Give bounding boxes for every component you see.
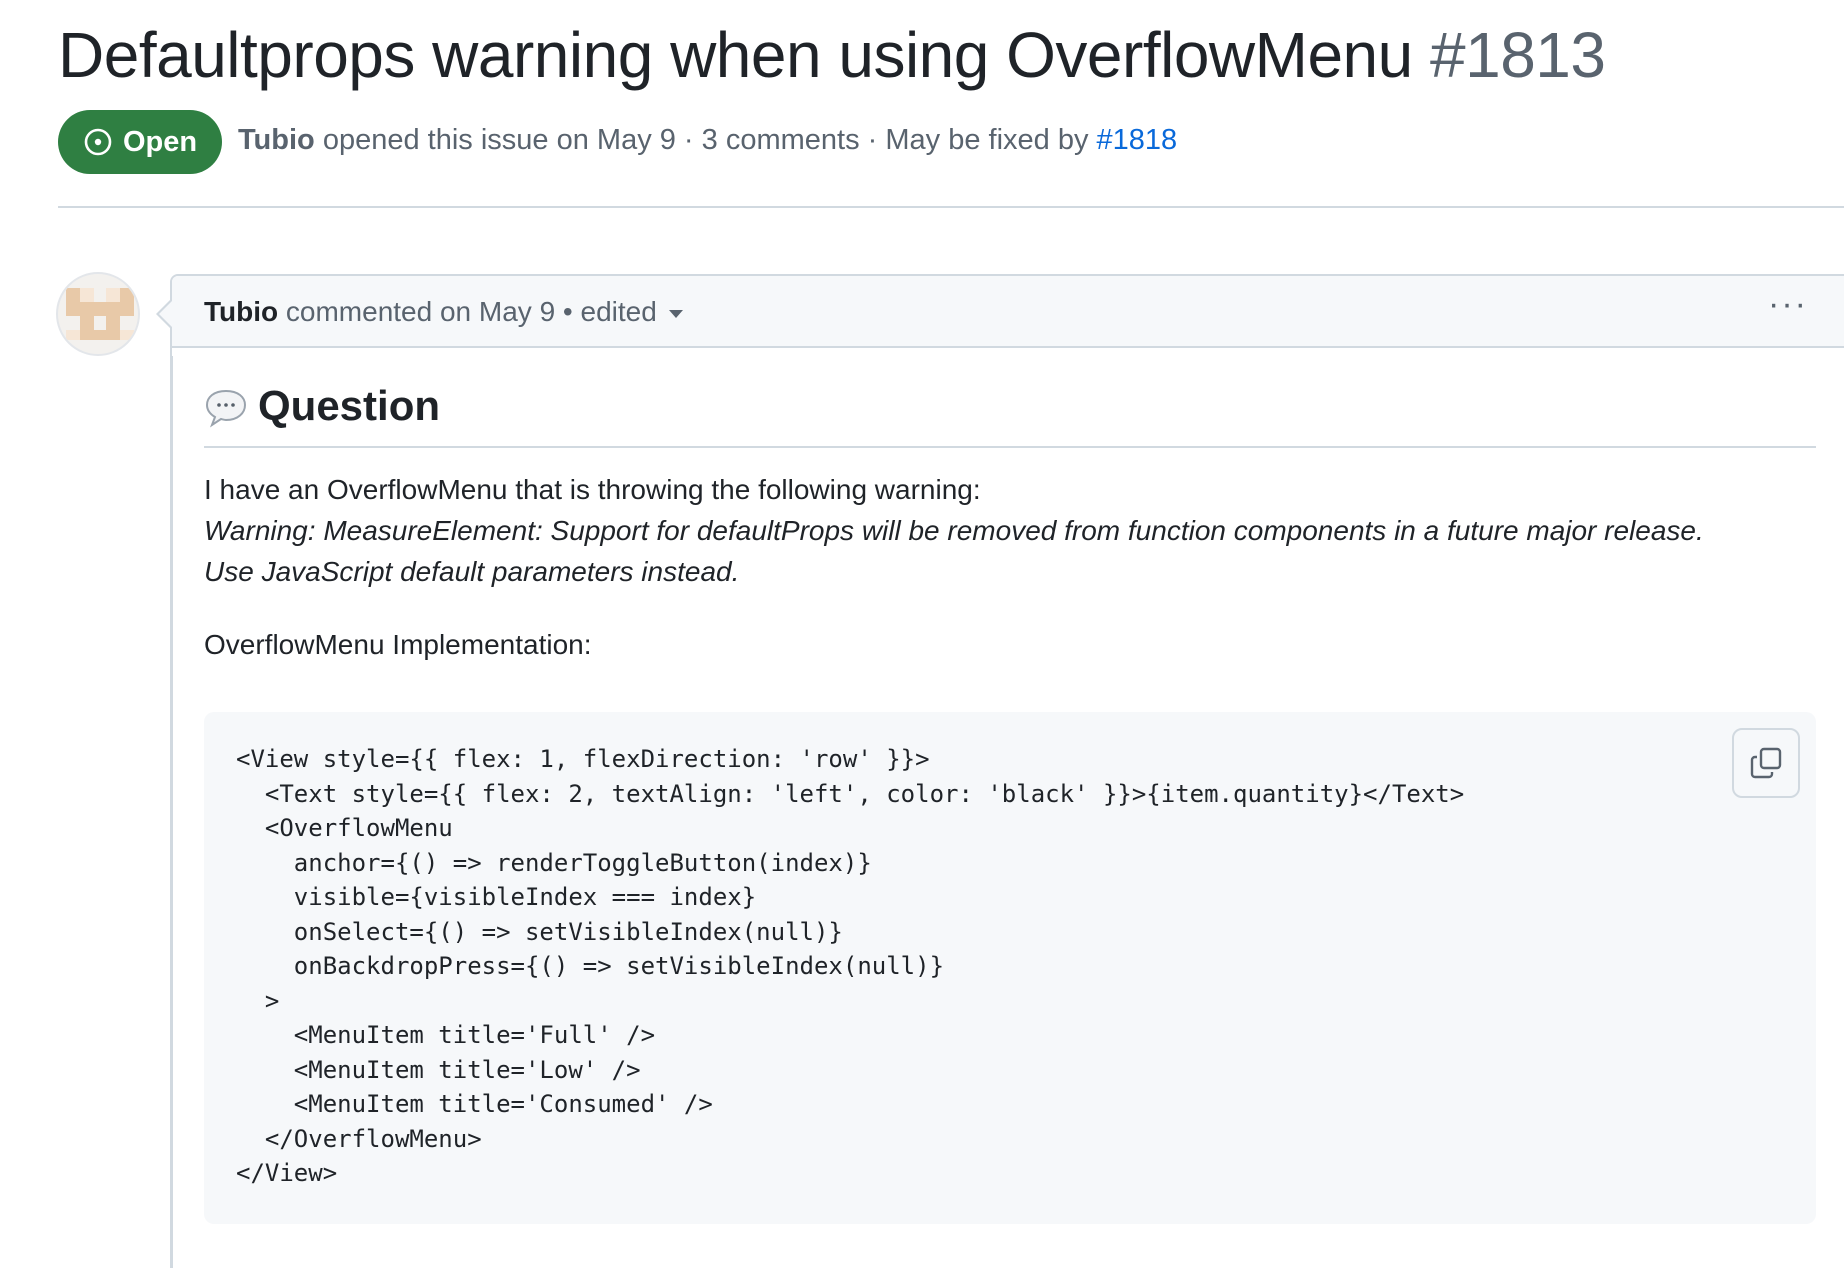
warning-line-2: Use JavaScript default parameters instea… xyxy=(204,556,740,587)
speech-balloon-icon xyxy=(205,389,247,428)
identicon-avatar xyxy=(66,288,134,340)
comment-header: Tubio commented on May 9 • edited ··· xyxy=(172,276,1844,348)
comment-paragraph-1: I have an OverflowMenu that is throwing … xyxy=(204,474,981,505)
issue-state-badge: Open xyxy=(58,110,222,174)
copy-icon xyxy=(1750,747,1782,779)
kebab-horizontal-icon[interactable]: ··· xyxy=(1768,287,1818,330)
fixed-by-pr-link[interactable]: #1818 xyxy=(1097,124,1178,156)
comment-meta[interactable]: commented on May 9 • edited xyxy=(278,296,657,327)
issue-opened-icon xyxy=(84,128,112,156)
issue-title-text: Defaultprops warning when using Overflow… xyxy=(58,19,1413,91)
issue-title: Defaultprops warning when using Overflow… xyxy=(58,18,1606,92)
comment-paragraph-2: OverflowMenu Implementation: xyxy=(204,629,592,660)
issue-meta: Tubio opened this issue on May 9 · 3 com… xyxy=(238,124,1177,157)
code-block: <View style={{ flex: 1, flexDirection: '… xyxy=(204,712,1816,1224)
comment-heading-text: Question xyxy=(258,382,441,429)
copy-button[interactable] xyxy=(1732,728,1800,798)
comment-heading: Question xyxy=(204,380,1816,448)
triangle-down-icon[interactable] xyxy=(668,309,683,318)
comment-pointer-fill xyxy=(159,300,173,328)
issue-state-label: Open xyxy=(122,125,198,158)
comment-author-link[interactable]: Tubio xyxy=(204,296,278,327)
issue-author-link[interactable]: Tubio xyxy=(238,124,315,156)
issue-number: #1813 xyxy=(1430,19,1606,91)
avatar[interactable] xyxy=(56,272,140,356)
header-divider xyxy=(58,206,1844,208)
code-content[interactable]: <View style={{ flex: 1, flexDirection: '… xyxy=(236,742,1464,1191)
issue-page: Defaultprops warning when using Overflow… xyxy=(0,0,1844,1268)
comment-header-text: Tubio commented on May 9 • edited xyxy=(204,296,683,328)
warning-line-1: Warning: MeasureElement: Support for def… xyxy=(204,515,1704,546)
issue-meta-text: opened this issue on May 9 · 3 comments … xyxy=(314,124,1097,156)
